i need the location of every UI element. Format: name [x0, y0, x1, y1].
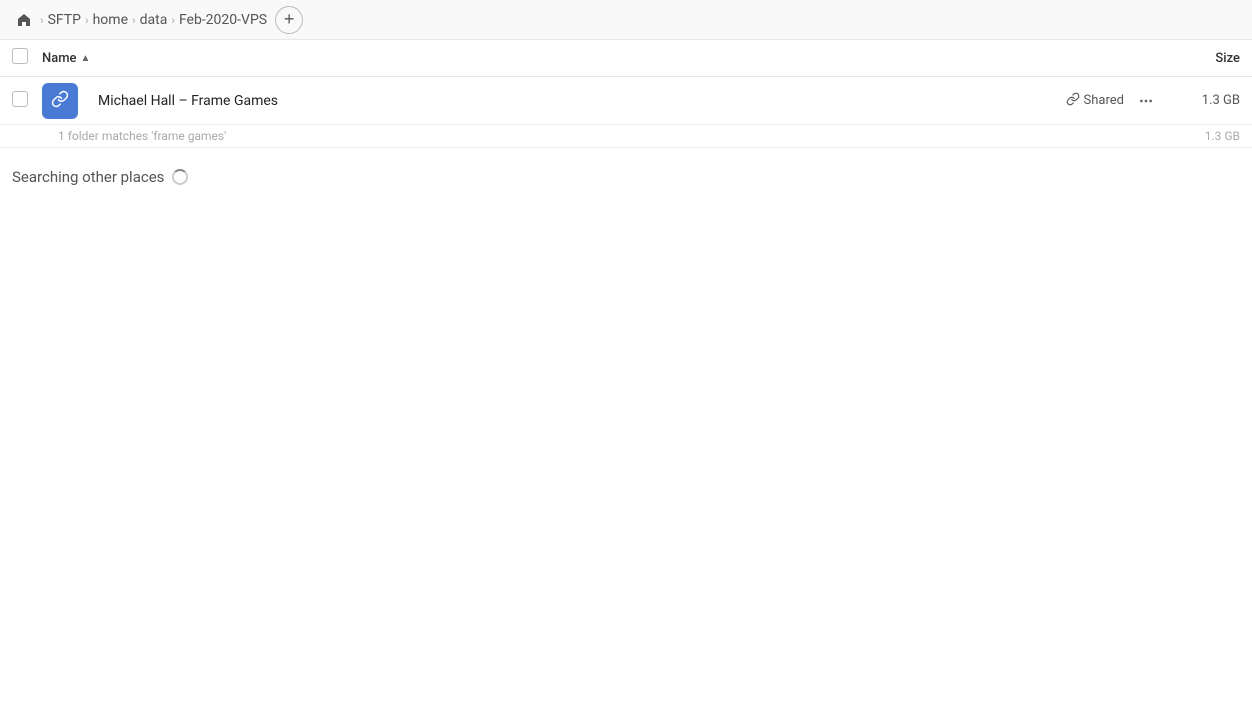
- file-name-text: Michael Hall – Frame Games: [98, 93, 278, 109]
- searching-other-places-section: Searching other places: [0, 148, 1252, 206]
- breadcrumb-sep-4: ›: [171, 13, 175, 27]
- file-actions: Shared: [1066, 87, 1160, 115]
- name-column-header[interactable]: Name ▲: [42, 51, 1140, 66]
- breadcrumb-feb2020[interactable]: Feb-2020-VPS: [179, 12, 267, 28]
- breadcrumb: › SFTP › home › data › Feb-2020-VPS +: [12, 6, 303, 34]
- shared-link-icon: [1066, 92, 1080, 110]
- breadcrumb-sep-3: ›: [132, 13, 136, 27]
- name-column-label: Name: [42, 51, 77, 66]
- sort-arrow-icon: ▲: [81, 53, 91, 64]
- size-column-label: Size: [1215, 51, 1240, 66]
- breadcrumb-sftp[interactable]: SFTP: [48, 12, 81, 28]
- shared-label: Shared: [1084, 93, 1124, 108]
- file-row-checkbox[interactable]: [12, 91, 28, 107]
- more-options-button[interactable]: [1132, 87, 1160, 115]
- add-breadcrumb-button[interactable]: +: [275, 6, 303, 34]
- breadcrumb-sep-1: ›: [40, 13, 44, 27]
- file-size: 1.3 GB: [1160, 93, 1240, 108]
- match-info-size: 1.3 GB: [1160, 129, 1240, 143]
- loading-spinner: [172, 169, 188, 185]
- shared-badge: Shared: [1066, 92, 1124, 110]
- column-header-row: Name ▲ Size: [0, 40, 1252, 77]
- match-info-text: 1 folder matches 'frame games': [58, 129, 1160, 143]
- link-icon: [51, 90, 69, 112]
- select-all-checkbox-col: [12, 48, 42, 68]
- select-all-checkbox[interactable]: [12, 48, 28, 64]
- match-info-row: 1 folder matches 'frame games' 1.3 GB: [0, 125, 1252, 148]
- file-icon-wrapper: [42, 83, 78, 119]
- searching-text: Searching other places: [12, 168, 164, 186]
- size-column-header[interactable]: Size: [1140, 51, 1240, 66]
- breadcrumb-bar: › SFTP › home › data › Feb-2020-VPS +: [0, 0, 1252, 40]
- breadcrumb-home[interactable]: home: [93, 12, 128, 28]
- breadcrumb-sep-2: ›: [85, 13, 89, 27]
- home-breadcrumb-item[interactable]: [12, 8, 36, 32]
- file-name-cell: Michael Hall – Frame Games: [42, 83, 1066, 119]
- breadcrumb-data[interactable]: data: [140, 12, 168, 28]
- file-result-row[interactable]: Michael Hall – Frame Games Shared 1.3 GB: [0, 77, 1252, 125]
- file-row-checkbox-col: [12, 91, 42, 111]
